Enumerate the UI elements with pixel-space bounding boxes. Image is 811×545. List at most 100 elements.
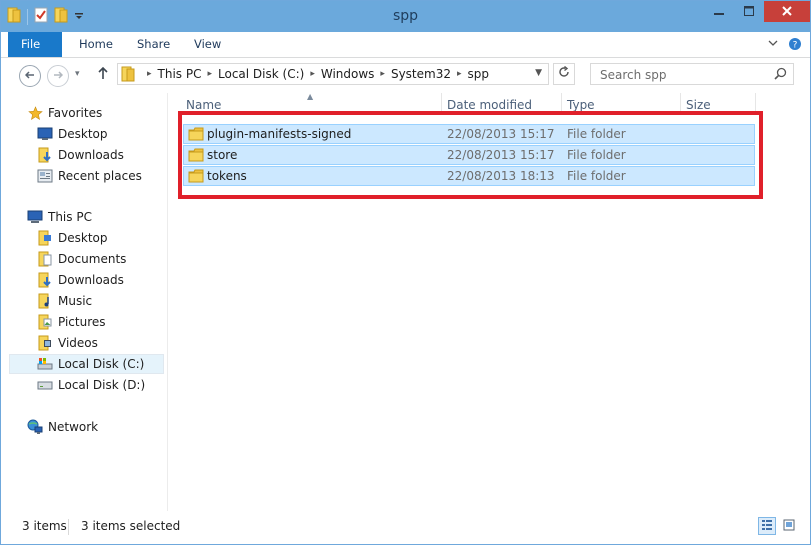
help-icon[interactable]: ? [788, 37, 802, 54]
navigation-pane: Favorites Desktop Downloads Recent place… [1, 93, 167, 511]
nav-label: Desktop [58, 127, 108, 141]
nav-network[interactable]: Network [27, 417, 98, 437]
close-button[interactable] [764, 1, 810, 22]
nav-label: Pictures [58, 315, 106, 329]
nav-label: Videos [58, 336, 98, 350]
breadcrumb-separator[interactable]: ▸ [380, 69, 385, 79]
nav-this-pc-desktop[interactable]: Desktop [37, 228, 108, 248]
close-icon [782, 5, 792, 19]
chevron-down-icon: ▾ [75, 69, 80, 79]
nav-this-pc-documents[interactable]: Documents [37, 249, 126, 269]
breadcrumb-system32[interactable]: System32 [391, 67, 451, 81]
large-icons-view-icon [783, 519, 795, 534]
tab-share[interactable]: Share [123, 32, 184, 57]
nav-favorites-recent-places[interactable]: Recent places [37, 166, 142, 186]
downloads-icon [37, 147, 53, 163]
details-view-button[interactable] [758, 517, 776, 535]
search-box[interactable] [590, 63, 794, 85]
nav-this-pc-music[interactable]: Music [37, 291, 92, 311]
nav-favorites-label: Favorites [48, 106, 103, 120]
breadcrumb-local-disk-c[interactable]: Local Disk (C:) [218, 67, 304, 81]
nav-label: Downloads [58, 148, 124, 162]
nav-favorites[interactable]: Favorites [27, 103, 102, 123]
navigation-bar: ▾ ▸ This PC ▸ Local Disk (C:) ▸ Windows … [1, 58, 810, 92]
recent-locations-dropdown[interactable]: ▾ [75, 69, 80, 79]
status-bar: 3 items 3 items selected [1, 515, 810, 544]
sort-ascending-icon: ▲ [307, 92, 314, 101]
minimize-icon [714, 5, 724, 19]
nav-label: Music [58, 294, 93, 308]
maximize-icon [744, 5, 754, 19]
breadcrumb-spp[interactable]: spp [468, 67, 490, 81]
breadcrumb-separator[interactable]: ▸ [207, 69, 212, 79]
expand-ribbon-icon[interactable] [768, 37, 778, 54]
nav-this-pc-downloads[interactable]: Downloads [37, 270, 124, 290]
forward-button[interactable] [47, 65, 69, 87]
documents-icon [37, 251, 53, 267]
folder-icon [121, 66, 135, 82]
ribbon-tabs: File Home Share View ? [1, 32, 810, 58]
search-input[interactable] [598, 65, 772, 85]
pictures-icon [37, 314, 53, 330]
refresh-button[interactable] [553, 63, 575, 85]
ribbon-right-controls: ? [768, 37, 802, 54]
nav-this-pc-label: This PC [48, 210, 92, 224]
breadcrumb-separator[interactable]: ▸ [310, 69, 315, 79]
drive-icon [37, 377, 53, 393]
videos-icon [37, 335, 53, 351]
breadcrumb-separator[interactable]: ▸ [457, 69, 462, 79]
nav-label: Downloads [58, 273, 124, 287]
item-count: 3 items [22, 519, 67, 533]
nav-this-pc-videos[interactable]: Videos [37, 333, 98, 353]
desktop-icon [37, 126, 53, 142]
search-icon[interactable] [774, 67, 787, 83]
nav-network-label: Network [48, 420, 99, 434]
nav-favorites-desktop[interactable]: Desktop [37, 124, 108, 144]
selection-highlight-box [178, 111, 763, 199]
back-icon [24, 69, 35, 83]
nav-label: Local Disk (C:) [58, 357, 145, 371]
pane-divider[interactable] [167, 93, 168, 511]
nav-favorites-downloads[interactable]: Downloads [37, 145, 124, 165]
status-separator [68, 519, 69, 535]
nav-this-pc-local-disk-d[interactable]: Local Disk (D:) [37, 375, 145, 395]
explorer-window: spp File Home Share View ? ▾ ▸ This PC ▸… [0, 0, 811, 545]
address-history-dropdown[interactable]: ▼ [535, 68, 542, 78]
up-button[interactable] [97, 66, 109, 84]
selected-count: 3 items selected [81, 519, 181, 533]
svg-text:?: ? [793, 41, 798, 51]
tab-home[interactable]: Home [65, 32, 127, 57]
minimize-button[interactable] [704, 1, 734, 23]
nav-this-pc[interactable]: This PC [27, 207, 92, 227]
up-arrow-icon [97, 66, 109, 84]
title-bar[interactable]: spp [1, 1, 810, 32]
nav-this-pc-pictures[interactable]: Pictures [37, 312, 106, 332]
breadcrumb-separator[interactable]: ▸ [147, 69, 152, 79]
address-bar[interactable]: ▸ This PC ▸ Local Disk (C:) ▸ Windows ▸ … [117, 63, 549, 85]
window-title: spp [392, 8, 419, 24]
refresh-icon [558, 65, 570, 82]
back-button[interactable] [19, 65, 41, 87]
details-view-icon [761, 519, 773, 534]
recent-places-icon [37, 168, 53, 184]
network-icon [27, 419, 43, 435]
breadcrumb-this-pc[interactable]: This PC [158, 67, 202, 81]
nav-this-pc-local-disk-c[interactable]: Local Disk (C:) [9, 354, 164, 374]
downloads-icon [37, 272, 53, 288]
breadcrumb-windows[interactable]: Windows [321, 67, 375, 81]
window-controls [704, 1, 810, 23]
chevron-down-icon: ▼ [535, 68, 542, 78]
drive-icon [37, 356, 53, 372]
tab-view[interactable]: View [180, 32, 235, 57]
tab-file[interactable]: File [8, 32, 62, 57]
large-icons-view-button[interactable] [780, 517, 798, 535]
star-icon [27, 105, 43, 121]
nav-label: Recent places [58, 169, 142, 183]
computer-icon [27, 209, 43, 225]
nav-label: Local Disk (D:) [58, 378, 146, 392]
maximize-button[interactable] [734, 1, 764, 23]
forward-icon [53, 69, 64, 83]
nav-label: Desktop [58, 231, 108, 245]
desktop-icon [37, 230, 53, 246]
nav-label: Documents [58, 252, 127, 266]
